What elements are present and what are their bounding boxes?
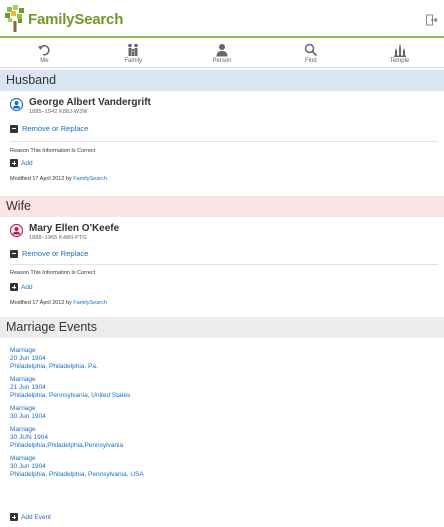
search-icon (304, 43, 317, 57)
event-place: Philadelphia, Philadelphia, Pennsylvania… (10, 471, 144, 478)
minus-box-icon (10, 249, 18, 258)
female-person-icon (10, 224, 23, 237)
wife-section-header: Wife (0, 196, 444, 217)
familysearch-logo[interactable]: FamilySearch (4, 4, 123, 34)
husband-modified-by-link[interactable]: FamilySearch (73, 176, 107, 182)
logo-text: FamilySearch (28, 10, 124, 28)
nav-label-find: Find (304, 58, 317, 64)
person-icon (216, 44, 228, 57)
event-type: Marriage (10, 405, 36, 412)
app-header: FamilySearch (0, 0, 444, 38)
husband-add-label: Add (21, 159, 33, 167)
plus-box-icon (10, 283, 18, 291)
minus-box-icon (10, 124, 18, 133)
family-icon (128, 43, 138, 56)
nav-find[interactable]: Find (266, 40, 355, 67)
wife-remove-replace-button[interactable]: Remove or Replace (10, 249, 88, 258)
wife-name[interactable]: Mary Ellen O'Keefe (29, 223, 119, 234)
husband-name[interactable]: George Albert Vandergrift (29, 97, 151, 108)
marriage-event[interactable]: Marriage 30 Jun 1904 Philadelphia, Phila… (10, 455, 430, 479)
wife-modified-line: Modified 17 April 2012 by FamilySearch (10, 300, 107, 306)
nav-family[interactable]: Family (89, 40, 178, 67)
nav-label-me: Me (40, 58, 49, 64)
tree-logo-icon (5, 5, 24, 32)
event-place: Philadelphia,Philadelphia,Pennsylvania (10, 442, 124, 449)
divider (10, 264, 438, 265)
nav-temple[interactable]: Temple (355, 40, 444, 67)
main-nav: Me Family Person Find Temple (0, 40, 444, 68)
nav-me[interactable]: Me (0, 40, 89, 67)
undo-arrow-icon (38, 44, 51, 56)
event-place: Philadelphia, Pennsylvania, United State… (10, 392, 131, 399)
marriage-event[interactable]: Marriage 30 JUN 1904 Philadelphia,Philad… (10, 426, 430, 450)
nav-person[interactable]: Person (178, 40, 267, 67)
nav-label-temple: Temple (389, 58, 410, 64)
wife-remove-replace-label: Remove or Replace (22, 249, 89, 258)
add-event-label: Add Event (21, 513, 51, 521)
event-date: 20 Jun 1904 (10, 355, 46, 362)
husband-remove-replace-button[interactable]: Remove or Replace (10, 124, 88, 133)
marriage-event[interactable]: Marriage 20 Jun 1904 Philadelphia, Phila… (10, 347, 430, 371)
event-type: Marriage (10, 455, 36, 462)
wife-person[interactable]: Mary Ellen O'Keefe 1888–1965 K48N-PTG (10, 223, 430, 247)
event-date: 30 JUN 1904 (10, 434, 48, 441)
wife-meta: 1888–1965 K48N-PTG (29, 235, 87, 241)
husband-meta: 1885–1942 K88J-W3W (29, 109, 88, 115)
marriage-events-list: Marriage 20 Jun 1904 Philadelphia, Phila… (10, 347, 430, 484)
wife-add-reason-button[interactable]: Add (10, 283, 33, 291)
husband-remove-replace-label: Remove or Replace (22, 124, 89, 133)
event-date: 30 Jun 1904 (10, 463, 46, 470)
husband-modified-line: Modified 17 April 2012 by FamilySearch (10, 176, 107, 182)
divider (10, 141, 438, 142)
nav-label-person: Person (212, 58, 232, 64)
wife-modified-text: Modified 17 April 2012 by (10, 300, 72, 306)
marriage-event[interactable]: Marriage 30 Jun 1904 (10, 405, 430, 421)
event-place: Philadelphia, Philadelphia, Pa. (10, 363, 98, 370)
sign-out-icon[interactable] (426, 14, 438, 26)
event-date: 30 Jun 1904 (10, 413, 46, 420)
male-person-icon (10, 98, 23, 111)
husband-add-reason-button[interactable]: Add (10, 159, 33, 167)
plus-box-icon (10, 159, 18, 167)
wife-reason-label: Reason This Information Is Correct (10, 270, 96, 276)
event-type: Marriage (10, 376, 36, 383)
plus-box-icon (10, 513, 18, 521)
husband-modified-text: Modified 17 April 2012 by (10, 176, 72, 182)
temple-icon (393, 43, 406, 57)
event-type: Marriage (10, 426, 36, 433)
husband-person[interactable]: George Albert Vandergrift 1885–1942 K88J… (10, 97, 430, 121)
husband-section-header: Husband (0, 70, 444, 91)
nav-label-family: Family (124, 58, 143, 64)
wife-modified-by-link[interactable]: FamilySearch (73, 300, 107, 306)
marriage-events-section-header: Marriage Events (0, 317, 444, 338)
husband-reason-label: Reason This Information Is Correct (10, 148, 96, 154)
wife-add-label: Add (21, 283, 33, 291)
event-type: Marriage (10, 347, 36, 354)
event-date: 21 Jun 1904 (10, 384, 46, 391)
marriage-event[interactable]: Marriage 21 Jun 1904 Philadelphia, Penns… (10, 376, 430, 400)
add-event-button[interactable]: Add Event (10, 513, 51, 521)
